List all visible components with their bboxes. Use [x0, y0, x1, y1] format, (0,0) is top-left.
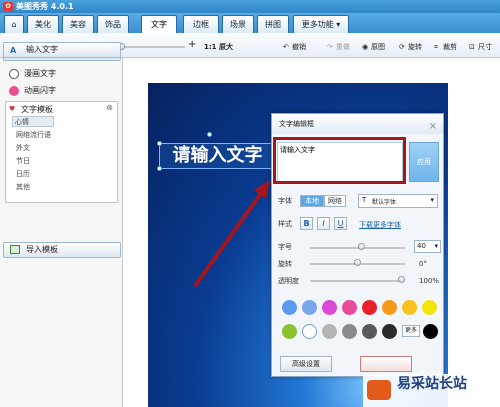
- size-value: 40: [417, 242, 426, 250]
- color-swatch[interactable]: [382, 324, 397, 339]
- italic-button[interactable]: I: [317, 217, 330, 230]
- arrow-shaft: [193, 190, 264, 288]
- color-swatch[interactable]: [422, 300, 437, 315]
- color-swatch[interactable]: [302, 300, 317, 315]
- opacity-value: 100%: [419, 277, 440, 285]
- color-swatch[interactable]: [282, 324, 297, 339]
- size-label: 字号: [278, 243, 292, 251]
- bold-button[interactable]: B: [300, 217, 313, 230]
- site-watermark: 易采站长站: [363, 374, 500, 407]
- rotate-value: 0°: [419, 260, 427, 268]
- size-chevron-icon: ▾: [434, 242, 438, 250]
- watermark-text: 易采站长站: [397, 376, 467, 392]
- color-swatch[interactable]: [362, 300, 377, 315]
- opacity-label: 透明度: [278, 277, 299, 285]
- advanced-settings-button[interactable]: 高级设置: [280, 356, 332, 372]
- rotate-slider-knob[interactable]: [354, 259, 361, 266]
- color-swatch[interactable]: [322, 324, 337, 339]
- color-swatch[interactable]: [322, 300, 337, 315]
- color-swatch[interactable]: [382, 300, 397, 315]
- font-local-toggle[interactable]: 本地: [300, 195, 324, 207]
- watermark-logo-icon: [367, 380, 391, 400]
- apply-button[interactable]: 应用: [409, 142, 439, 182]
- color-swatch[interactable]: [402, 300, 417, 315]
- red-highlight-box: [273, 137, 406, 184]
- font-label: 字体: [278, 197, 292, 205]
- arrow-head: [254, 180, 270, 199]
- font-web-toggle[interactable]: 网络: [324, 195, 346, 207]
- style-label: 样式: [278, 220, 292, 228]
- color-swatch[interactable]: [282, 300, 297, 315]
- download-fonts-link[interactable]: 下载更多字体: [359, 220, 401, 230]
- color-swatch[interactable]: [342, 300, 357, 315]
- dialog-title-bar: 文字编辑框 ×: [272, 114, 443, 134]
- color-swatch[interactable]: [362, 324, 377, 339]
- font-select[interactable]: T 默认字体 ▾: [358, 194, 438, 208]
- more-colors-button[interactable]: 更多: [402, 325, 420, 337]
- dialog-title: 文字编辑框: [279, 120, 314, 128]
- opacity-slider[interactable]: [310, 280, 405, 282]
- close-icon[interactable]: ×: [429, 117, 437, 137]
- underline-button[interactable]: U: [334, 217, 347, 230]
- chevron-down-icon: ▾: [430, 196, 434, 204]
- font-selected-value: 默认字体: [372, 199, 397, 206]
- rotate-label: 旋转: [278, 260, 292, 268]
- opacity-slider-knob[interactable]: [398, 276, 405, 283]
- color-swatch[interactable]: [302, 324, 317, 339]
- secondary-button[interactable]: [360, 356, 412, 372]
- font-type-icon: T: [362, 196, 367, 204]
- size-select[interactable]: 40 ▾: [414, 240, 441, 253]
- color-swatch[interactable]: [342, 324, 357, 339]
- color-swatch-black[interactable]: [423, 324, 438, 339]
